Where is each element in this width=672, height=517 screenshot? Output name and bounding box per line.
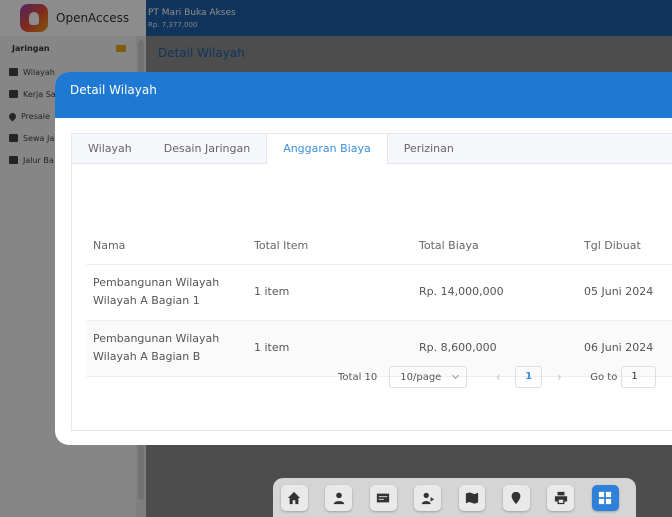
goto-page-input[interactable]: 1 [621,366,657,388]
tab-perizinan[interactable]: Perizinan [388,134,470,163]
column-header-nama: Nama [86,198,254,265]
column-header-total-item: Total Item [254,198,419,265]
map-icon [465,491,479,504]
cell-total-biaya: Rp. 14,000,000 [419,264,584,321]
tab-anggaran-biaya[interactable]: Anggaran Biaya [266,134,388,165]
cell-nama: Pembangunan Wilayah Wilayah A Bagian 1 [86,264,254,321]
column-header-tgl-dibuat: Tgl Dibuat [584,198,672,265]
dock-card-button[interactable] [369,484,397,511]
dock-user-share-button[interactable] [414,484,441,511]
location-icon [511,491,521,504]
user-share-icon [421,492,434,504]
modal-title: Detail Wilayah [70,83,157,97]
page-size-select[interactable]: 10/page [389,366,468,388]
print-icon [554,491,567,504]
card-icon [377,493,390,502]
pagination: Total 10 10/page ‹ 1 › Go to 1 [338,366,657,388]
page-size-value: 10/page [400,371,442,383]
dock-map-button[interactable] [458,484,486,511]
pagination-total: Total 10 [338,371,378,383]
dock-user-button[interactable] [325,484,353,511]
table-row[interactable]: Pembangunan Wilayah Wilayah A Bagian 1 1… [86,264,672,321]
dock-home-button[interactable] [281,484,308,511]
cell-nama: Pembangunan Wilayah Wilayah A Bagian B [86,320,254,377]
table-header-row: Nama Total Item Total Biaya Tgl Dibuat [86,198,672,265]
prev-page-button[interactable]: ‹ [487,370,509,384]
tab-wilayah[interactable]: Wilayah [72,134,148,163]
column-header-total-biaya: Total Biaya [419,198,584,265]
tab-card: Wilayah Desain Jaringan Anggaran Biaya P… [71,133,672,431]
dock-print-button[interactable] [547,484,575,511]
goto-label: Go to [590,371,618,383]
home-icon [288,491,301,504]
bottom-dock [273,478,636,517]
cell-tgl-dibuat: 05 Juni 2024 [584,264,672,321]
tab-desain-jaringan[interactable]: Desain Jaringan [148,134,266,163]
dock-grid-button[interactable] [591,484,619,511]
page-number-current[interactable]: 1 [515,366,543,388]
cell-total-item: 1 item [254,264,419,321]
modal-header: Detail Wilayah [55,72,672,118]
dock-location-button[interactable] [502,484,530,511]
tab-bar: Wilayah Desain Jaringan Anggaran Biaya P… [72,134,672,165]
next-page-button[interactable]: › [548,370,570,384]
chevron-down-icon [452,371,460,380]
grid-icon [598,491,612,504]
user-icon [333,492,345,504]
budget-table: Nama Total Item Total Biaya Tgl Dibuat P… [86,198,672,377]
detail-wilayah-modal: Detail Wilayah Wilayah Desain Jaringan A… [55,72,672,445]
